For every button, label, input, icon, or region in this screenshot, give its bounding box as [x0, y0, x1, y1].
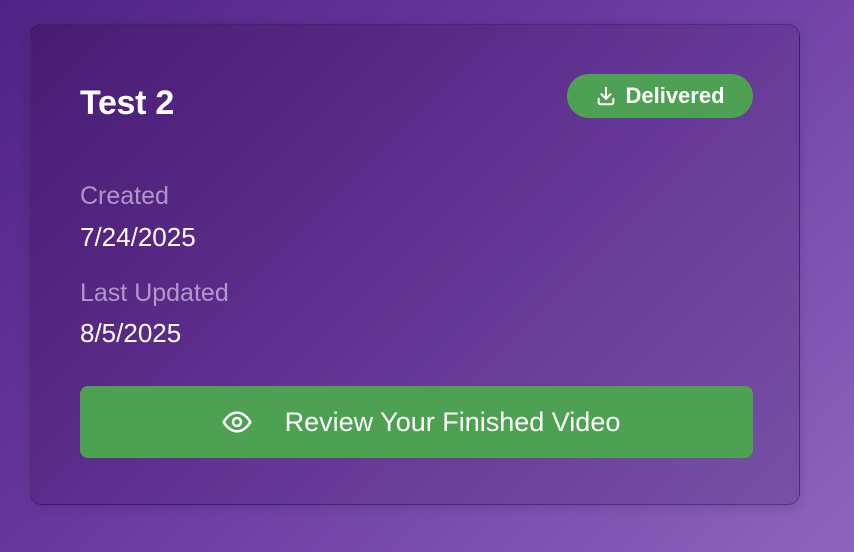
created-label: Created: [80, 182, 169, 210]
project-title: Test 2: [80, 84, 174, 122]
status-badge: Delivered: [567, 74, 753, 118]
created-date: 7/24/2025: [80, 222, 196, 252]
status-badge-label: Delivered: [625, 83, 725, 108]
project-card: Test 2 Delivered Created 7/24/2025 Last …: [30, 24, 800, 505]
review-video-button[interactable]: Review Your Finished Video: [80, 386, 753, 458]
download-icon: [595, 85, 617, 107]
last-updated-label: Last Updated: [80, 279, 229, 307]
review-video-label: Review Your Finished Video: [284, 406, 621, 437]
eye-icon: [221, 406, 253, 438]
last-updated-date: 8/5/2025: [80, 318, 182, 348]
